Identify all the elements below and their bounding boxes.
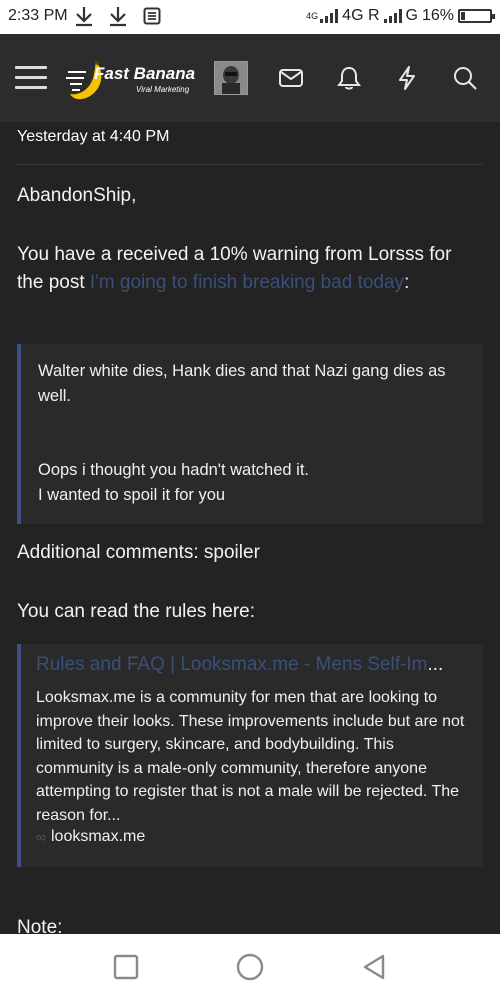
back-button[interactable] [359, 952, 389, 982]
quote-text: Walter white dies, Hank dies and that Na… [38, 362, 446, 405]
quote-text: I wanted to spoil it for you [38, 486, 226, 504]
link-preview-description: Looksmax.me is a community for men that … [36, 689, 465, 824]
status-bar: 2:33 PM 4G 4G R G 16% [0, 0, 500, 34]
additional-comments: Additional comments: spoiler [17, 542, 260, 563]
signal-icon [383, 9, 402, 23]
status-time: 2:33 PM [8, 7, 68, 24]
message-icon [143, 7, 161, 30]
battery-icon [458, 9, 495, 23]
post-link[interactable]: I'm going to finish breaking bad today [90, 272, 404, 293]
link-preview-title[interactable]: Rules and FAQ | Looksmax.me - Mens Self-… [36, 654, 443, 676]
network-type-small: 4G [306, 11, 319, 21]
brand-name: Fast Banana [94, 64, 196, 83]
signal-icon [320, 9, 339, 23]
brand-tagline: Viral Marketing [136, 85, 190, 94]
search-icon[interactable] [451, 64, 479, 92]
android-nav-bar [0, 934, 500, 1000]
link-preview[interactable]: Rules and FAQ | Looksmax.me - Mens Self-… [17, 644, 483, 867]
warning-colon: : [404, 272, 410, 293]
greeting: AbandonShip, [17, 185, 137, 206]
quote-text: Oops i thought you hadn't watched it. [38, 461, 309, 479]
app-header: Fast Banana Viral Marketing [0, 34, 500, 122]
warning-message: You have a received a 10% warning from L… [17, 241, 483, 297]
link-icon: ∞ [36, 829, 46, 845]
status-right: 4G 4G R G 16% [306, 7, 495, 25]
link-preview-domain[interactable]: ∞ looksmax.me [36, 828, 145, 846]
menu-icon[interactable] [15, 66, 47, 90]
download-icon [74, 5, 94, 32]
alert-detail: Yesterday at 4:40 PM AbandonShip, You ha… [0, 122, 500, 934]
bell-icon[interactable] [335, 64, 363, 92]
home-button[interactable] [235, 952, 265, 982]
recents-button[interactable] [111, 952, 141, 982]
alert-timestamp: Yesterday at 4:40 PM [17, 128, 170, 145]
site-logo[interactable]: Fast Banana Viral Marketing [62, 54, 202, 104]
quoted-post: Walter white dies, Hank dies and that Na… [17, 344, 483, 524]
download-icon [108, 5, 128, 32]
network-label-2: G [405, 7, 418, 24]
battery-percent: 16% [421, 7, 454, 24]
lightning-icon[interactable] [393, 64, 421, 92]
note-label: Note: [17, 917, 63, 934]
divider [17, 164, 483, 165]
network-label: 4G R [342, 7, 380, 24]
envelope-icon[interactable] [277, 64, 305, 92]
rules-text: You can read the rules here: [17, 601, 256, 622]
avatar[interactable] [214, 61, 248, 95]
